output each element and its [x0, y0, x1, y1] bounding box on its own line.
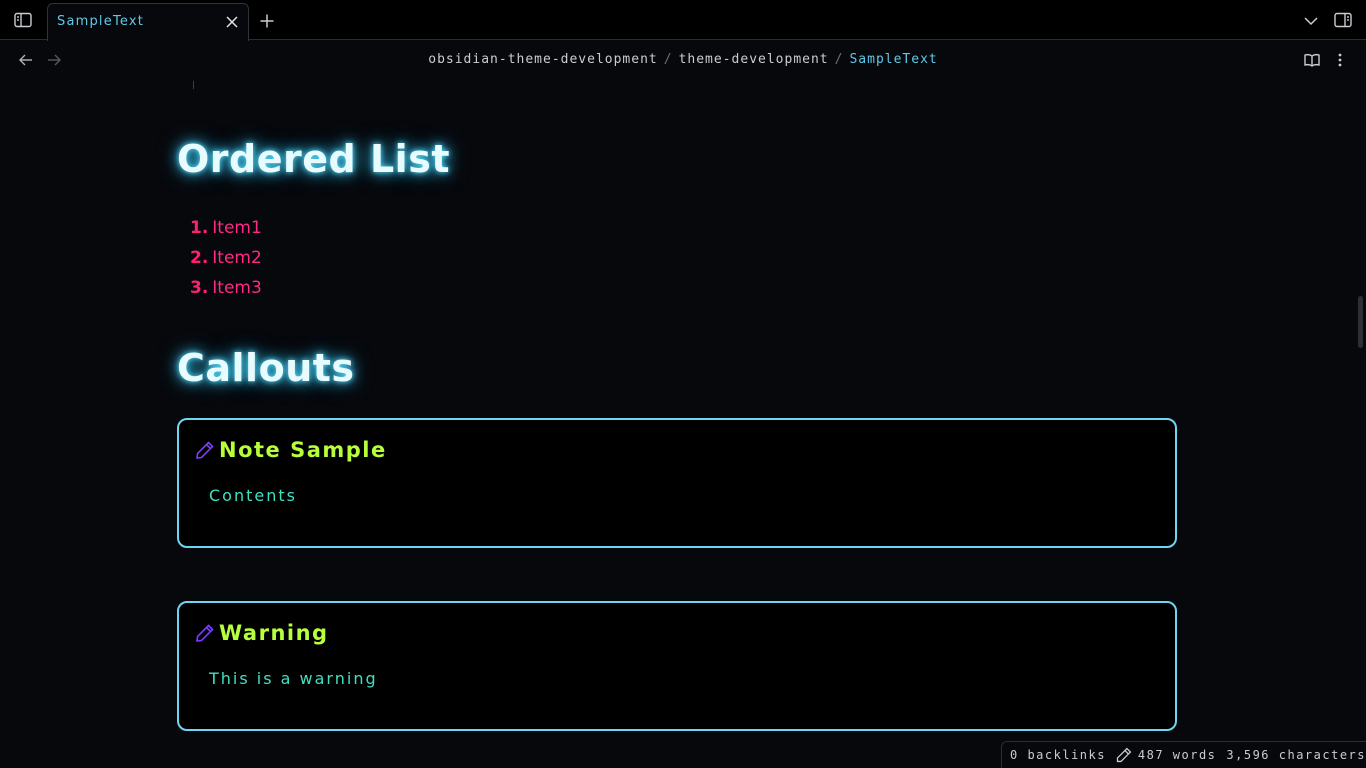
list-item: 2. Item2 — [190, 243, 262, 273]
scrollbar-thumb[interactable] — [1358, 296, 1363, 348]
tab-title: SampleText — [57, 14, 145, 29]
callout-header: Warning — [195, 621, 329, 645]
breadcrumb-item-folder[interactable]: theme-development — [679, 52, 829, 67]
new-tab-plus-icon[interactable] — [253, 7, 281, 35]
pencil-icon — [196, 441, 214, 459]
heading-callouts: Callouts — [177, 346, 355, 390]
list-item-text: Item3 — [212, 278, 262, 298]
breadcrumb-item-vault[interactable]: obsidian-theme-development — [428, 52, 658, 67]
heading-ordered-list: Ordered List — [177, 137, 450, 181]
list-item: 1. Item1 — [190, 213, 262, 243]
callout-body: Contents — [209, 486, 297, 505]
ordered-list: 1. Item1 2. Item2 3. Item3 — [190, 213, 262, 303]
list-number: 1. — [190, 218, 209, 238]
reading-view-book-icon[interactable] — [1298, 46, 1326, 74]
callout-body: This is a warning — [209, 669, 378, 688]
callout-title: Note Sample — [219, 438, 387, 462]
toggle-right-sidebar-icon[interactable] — [1329, 6, 1357, 34]
tab-list-chevron-down-icon[interactable] — [1297, 7, 1325, 35]
callout-title: Warning — [219, 621, 329, 645]
pencil-icon[interactable] — [1116, 747, 1132, 763]
toggle-left-sidebar-icon[interactable] — [9, 6, 37, 34]
status-backlinks[interactable]: 0 backlinks — [1010, 748, 1106, 762]
callout-note[interactable]: Note Sample Contents — [177, 418, 1177, 548]
status-character-count: 3,596 characters — [1226, 748, 1366, 762]
status-word-count: 487 words — [1137, 748, 1217, 762]
fold-indicator — [193, 81, 194, 89]
breadcrumb-current-file[interactable]: SampleText — [849, 52, 937, 67]
list-number: 3. — [190, 278, 209, 298]
tab-sampletext[interactable]: SampleText — [47, 3, 249, 41]
close-icon[interactable] — [222, 12, 242, 32]
breadcrumb-separator: / — [663, 52, 673, 67]
list-item-text: Item1 — [212, 218, 262, 238]
view-header: obsidian-theme-development / theme-develop… — [0, 41, 1366, 79]
callout-header: Note Sample — [195, 438, 387, 462]
pencil-icon — [196, 624, 214, 642]
breadcrumb: obsidian-theme-development / theme-develop… — [0, 52, 1366, 67]
callout-warning[interactable]: Warning This is a warning — [177, 601, 1177, 731]
list-item: 3. Item3 — [190, 273, 262, 303]
editor-content[interactable]: Ordered List 1. Item1 2. Item2 3. Item3 Cal… — [0, 79, 1366, 768]
tab-bar: SampleText — [0, 0, 1366, 41]
breadcrumb-separator: / — [834, 52, 844, 67]
list-item-text: Item2 — [212, 248, 262, 268]
more-options-icon[interactable] — [1326, 46, 1354, 74]
list-number: 2. — [190, 248, 209, 268]
status-bar: 0 backlinks 487 words 3,596 characters — [1001, 741, 1366, 768]
